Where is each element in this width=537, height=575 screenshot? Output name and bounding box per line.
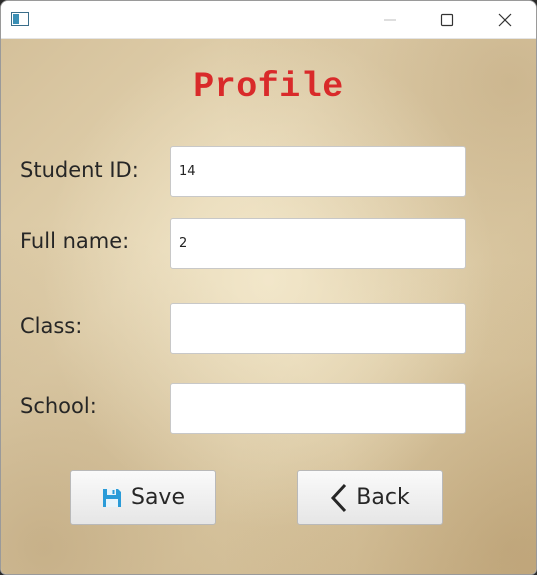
- app-window: Profile Student ID: Full name: Class: Sc…: [0, 0, 537, 575]
- close-icon: [498, 13, 512, 27]
- full-name-label: Full name:: [20, 229, 130, 253]
- back-button-label: Back: [356, 485, 410, 510]
- maximize-icon: [440, 13, 454, 27]
- page-title: Profile: [193, 67, 344, 107]
- profile-form: Profile Student ID: Full name: Class: Sc…: [1, 39, 536, 574]
- maximize-button[interactable]: [424, 1, 470, 38]
- title-bar[interactable]: [1, 1, 536, 39]
- app-window-icon: [11, 12, 29, 26]
- minimize-icon: [384, 19, 396, 21]
- student-id-label: Student ID:: [20, 158, 139, 182]
- minimize-button[interactable]: [367, 1, 413, 38]
- school-input[interactable]: [170, 383, 466, 434]
- chevron-left-icon: [330, 483, 348, 513]
- school-label: School:: [20, 394, 97, 418]
- close-button[interactable]: [482, 1, 528, 38]
- class-label: Class:: [20, 314, 83, 338]
- back-button[interactable]: Back: [297, 470, 443, 525]
- full-name-input[interactable]: [170, 218, 466, 269]
- student-id-input[interactable]: [170, 146, 466, 197]
- class-input[interactable]: [170, 303, 466, 354]
- floppy-disk-icon: [101, 487, 123, 509]
- save-button-label: Save: [130, 485, 185, 510]
- save-button[interactable]: Save: [70, 470, 216, 525]
